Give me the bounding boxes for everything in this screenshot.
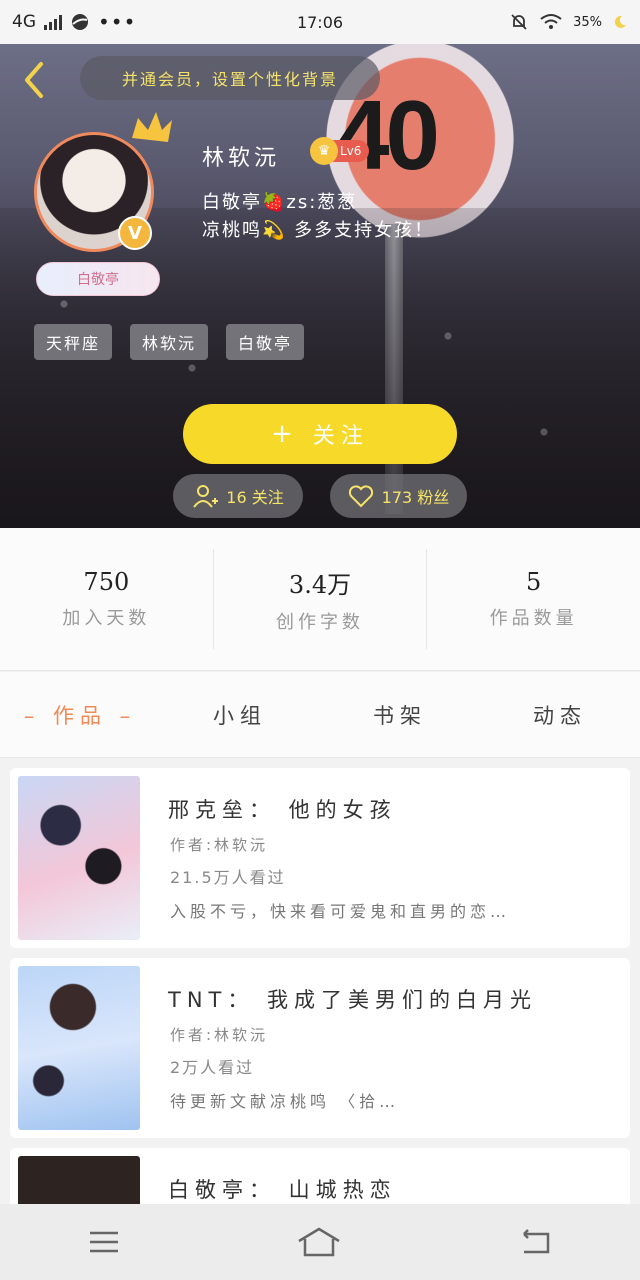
tab-activity[interactable]: 动态 <box>480 700 640 730</box>
work-card[interactable]: TNT： 我成了美男们的白月光 作者:林软沅 2万人看过 待更新文献凉桃鸣 〈拾… <box>10 958 630 1138</box>
work-description: 入股不亏，快来看可爱鬼和直男的恋… <box>170 902 511 921</box>
stat-value: 750 <box>83 568 130 596</box>
tab-label: 作品 <box>53 703 107 728</box>
work-title: 白敬亭： 山城热恋 <box>168 1178 397 1202</box>
profile-tag[interactable]: 白敬亭 <box>226 324 305 360</box>
level-text: Lv6 <box>340 144 362 158</box>
plus-icon: + <box>271 419 299 449</box>
stat-value: 5 <box>526 568 542 596</box>
bio-line: 凉桃鸣💫 多多支持女孩！ <box>202 220 435 241</box>
work-author: 作者:林软沅 <box>170 836 269 854</box>
work-cover <box>18 966 140 1130</box>
bio-line: 白敬亭🍓zs:葱葱 <box>202 192 358 213</box>
stat-label: 作品数量 <box>489 608 578 629</box>
wifi-icon <box>540 14 562 29</box>
work-cover <box>18 1156 140 1204</box>
more-dots-icon: ••• <box>98 10 137 34</box>
tab-bar: – 作品 – 小组 书架 动态 <box>0 672 640 758</box>
battery-level: 35% <box>573 14 602 30</box>
work-views: 21.5万人看过 <box>170 868 286 887</box>
tab-label: 动态 <box>533 703 587 728</box>
tab-label: 书架 <box>373 703 427 728</box>
crown-icon <box>132 112 172 142</box>
crown-icon: ♛ <box>310 137 338 165</box>
background-setting-tip[interactable]: 并通会员，设置个性化背景 <box>80 56 380 100</box>
follow-button[interactable]: + 关注 <box>183 404 457 464</box>
avatar-tag: 白敬亭 <box>36 262 160 296</box>
username: 林软沅 <box>202 146 281 171</box>
stat-value: 3.4万 <box>288 570 352 599</box>
fans-count: 173 粉丝 <box>381 488 450 507</box>
mute-bell-icon <box>511 14 527 30</box>
work-card[interactable]: 白敬亭： 山城热恋 <box>10 1148 630 1204</box>
work-description: 待更新文献凉桃鸣 〈拾… <box>170 1092 400 1111</box>
profile-header: 40 并通会员，设置个性化背景 V 白敬亭 林软沅 ♛ Lv6 白敬亭🍓zs:葱… <box>0 44 640 528</box>
chevron-left-icon <box>25 62 43 98</box>
stat-label: 加入天数 <box>62 608 151 629</box>
profile-tag[interactable]: 天秤座 <box>34 324 113 360</box>
add-user-icon <box>193 485 219 508</box>
tab-bookshelf[interactable]: 书架 <box>320 700 480 730</box>
works-list: 邢克垒： 他的女孩 作者:林软沅 21.5万人看过 入股不亏，快来看可爱鬼和直男… <box>0 758 640 1204</box>
signal-icon <box>44 14 62 30</box>
network-type: 4G <box>12 12 36 32</box>
bio: 白敬亭🍓zs:葱葱 凉桃鸣💫 多多支持女孩！ <box>202 189 622 245</box>
profile-tag[interactable]: 林软沅 <box>130 324 209 360</box>
work-views: 2万人看过 <box>170 1058 255 1077</box>
stat-join-days: 750 加入天数 <box>0 549 214 649</box>
back-button[interactable] <box>14 58 54 102</box>
home-icon[interactable] <box>297 1227 341 1257</box>
stat-word-count: 3.4万 创作字数 <box>214 549 428 649</box>
following-button[interactable]: 16 关注 <box>173 474 303 518</box>
stat-works-count: 5 作品数量 <box>427 549 640 649</box>
browser-icon <box>72 14 88 30</box>
tag-list: 天秤座 林软沅 白敬亭 <box>34 324 305 360</box>
tab-works[interactable]: – 作品 – <box>0 700 160 730</box>
system-nav-bar <box>0 1204 640 1280</box>
background-decoration <box>0 208 640 528</box>
stats-panel: 750 加入天数 3.4万 创作字数 5 作品数量 <box>0 528 640 671</box>
level-badge: ♛ Lv6 <box>310 137 370 165</box>
stat-label: 创作字数 <box>276 611 364 633</box>
tab-label: 小组 <box>213 703 267 728</box>
work-cover <box>18 776 140 940</box>
following-count: 16 关注 <box>226 488 284 507</box>
follow-button-label: 关注 <box>312 424 369 449</box>
work-title: 邢克垒： 他的女孩 <box>168 798 397 822</box>
back-icon[interactable] <box>518 1228 552 1256</box>
work-author: 作者:林软沅 <box>170 1026 269 1044</box>
work-card[interactable]: 邢克垒： 他的女孩 作者:林软沅 21.5万人看过 入股不亏，快来看可爱鬼和直男… <box>10 768 630 948</box>
moon-icon <box>614 15 626 28</box>
fans-button[interactable]: 173 粉丝 <box>330 474 467 518</box>
menu-icon[interactable] <box>88 1229 120 1255</box>
work-title: TNT： 我成了美男们的白月光 <box>168 988 538 1012</box>
heart-icon <box>348 485 373 508</box>
tab-groups[interactable]: 小组 <box>160 700 320 730</box>
status-bar: 4G ••• 17:06 35% <box>0 0 640 44</box>
verified-badge: V <box>118 216 152 250</box>
